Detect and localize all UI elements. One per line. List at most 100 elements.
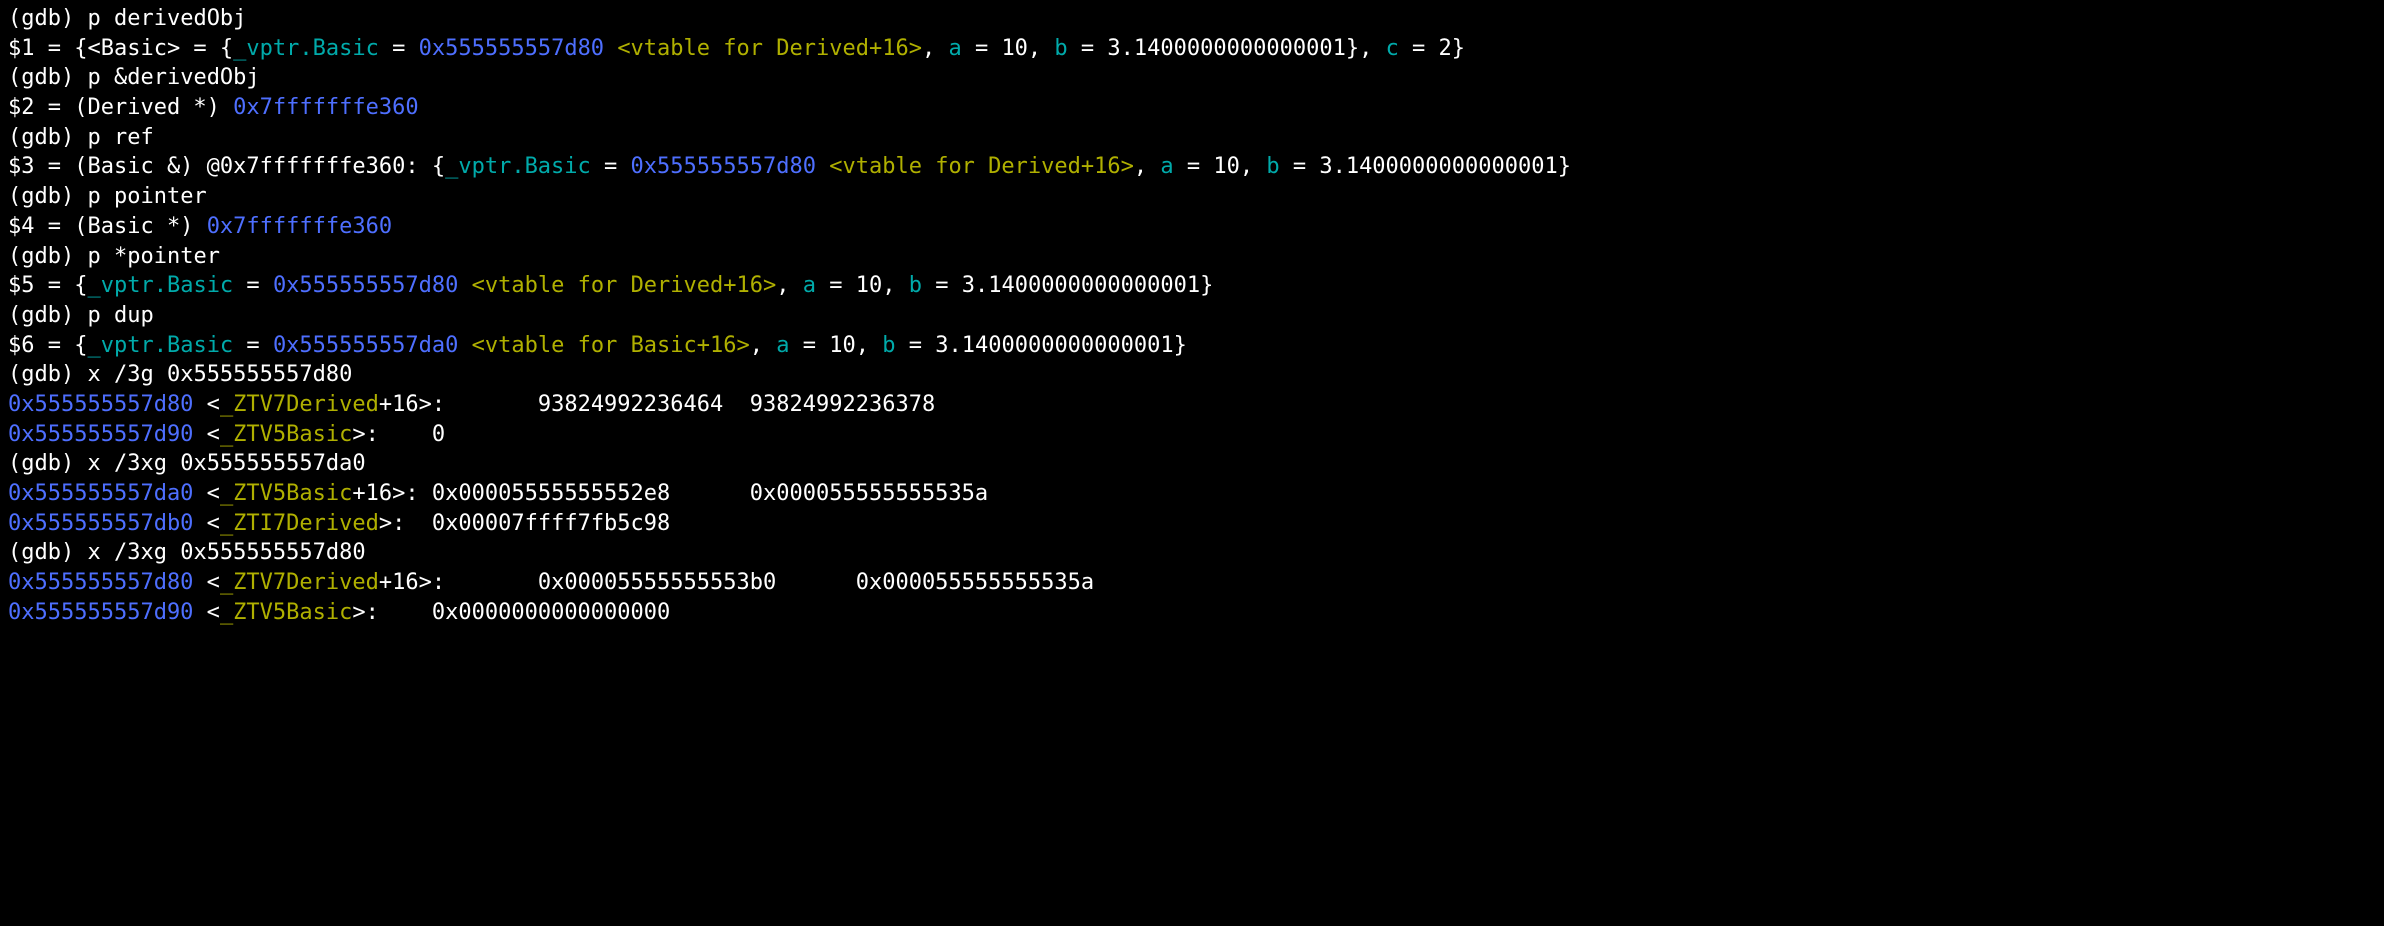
gdb-text-segment: 0x555555557da0 <box>273 333 458 358</box>
gdb-text-segment: 0x555555557d80 <box>419 36 604 61</box>
gdb-text-segment: = <box>233 333 273 358</box>
gdb-text-segment: 0x555555557db0 <box>8 511 193 536</box>
gdb-prompt: (gdb) <box>8 184 87 209</box>
gdb-command-text: x /3xg 0x555555557d80 <box>87 540 365 565</box>
gdb-output-line: 0x555555557d80 <_ZTV7Derived+16>: 0x0000… <box>8 568 2376 598</box>
gdb-text-segment <box>458 273 471 298</box>
gdb-text-segment: 0x555555557d80 <box>8 392 193 417</box>
gdb-text-segment: a <box>776 333 789 358</box>
gdb-prompt: (gdb) <box>8 362 87 387</box>
gdb-text-segment: = <box>379 36 419 61</box>
gdb-output-line: $6 = {_vptr.Basic = 0x555555557da0 <vtab… <box>8 331 2376 361</box>
gdb-text-segment: $5 = { <box>8 273 87 298</box>
gdb-text-segment: _ZTV7Derived <box>220 570 379 595</box>
gdb-text-segment: $1 = {<Basic> = { <box>8 36 233 61</box>
gdb-command-text: p pointer <box>87 184 206 209</box>
gdb-text-segment: >: 0x0000000000000000 <box>352 600 670 625</box>
gdb-text-segment: 0x555555557d90 <box>8 600 193 625</box>
gdb-text-segment: >: 0 <box>352 422 445 447</box>
gdb-text-segment: , <box>750 333 777 358</box>
gdb-command-text: x /3g 0x555555557d80 <box>87 362 352 387</box>
gdb-prompt: (gdb) <box>8 6 87 31</box>
gdb-command-text: p &derivedObj <box>87 65 259 90</box>
gdb-command-line: (gdb) p *pointer <box>8 242 2376 272</box>
gdb-text-segment: _ZTV5Basic <box>220 600 352 625</box>
gdb-command-text: p ref <box>87 125 153 150</box>
gdb-text-segment: +16>: 0x00005555555552e8 0x0000555555555… <box>352 481 988 506</box>
gdb-text-segment: _vptr.Basic <box>87 333 233 358</box>
gdb-text-segment: $6 = { <box>8 333 87 358</box>
gdb-text-segment: = 3.1400000000000001} <box>896 333 1187 358</box>
gdb-text-segment: _vptr.Basic <box>87 273 233 298</box>
gdb-text-segment: 0x555555557da0 <box>8 481 193 506</box>
gdb-command-text: x /3xg 0x555555557da0 <box>87 451 365 476</box>
gdb-output-line: 0x555555557db0 <_ZTI7Derived>: 0x00007ff… <box>8 509 2376 539</box>
gdb-text-segment: < <box>193 511 220 536</box>
gdb-terminal[interactable]: (gdb) p derivedObj$1 = {<Basic> = {_vptr… <box>0 0 2384 631</box>
gdb-text-segment: b <box>1266 154 1279 179</box>
gdb-text-segment: , <box>776 273 803 298</box>
gdb-text-segment: , <box>1134 154 1161 179</box>
gdb-prompt: (gdb) <box>8 540 87 565</box>
gdb-prompt: (gdb) <box>8 244 87 269</box>
gdb-text-segment: <vtable for Basic+16> <box>472 333 750 358</box>
gdb-text-segment: 0x555555557d80 <box>273 273 458 298</box>
gdb-text-segment: = 3.1400000000000001} <box>1280 154 1571 179</box>
gdb-text-segment: $4 = (Basic *) <box>8 214 207 239</box>
gdb-text-segment: _ZTV5Basic <box>220 481 352 506</box>
gdb-prompt: (gdb) <box>8 125 87 150</box>
gdb-output-line: $2 = (Derived *) 0x7fffffffe360 <box>8 93 2376 123</box>
gdb-command-line: (gdb) p ref <box>8 123 2376 153</box>
gdb-text-segment: b <box>882 333 895 358</box>
gdb-command-line: (gdb) p pointer <box>8 182 2376 212</box>
gdb-text-segment: _vptr.Basic <box>233 36 379 61</box>
gdb-output-line: 0x555555557d90 <_ZTV5Basic>: 0x000000000… <box>8 598 2376 628</box>
gdb-text-segment: = 3.1400000000000001} <box>922 273 1213 298</box>
gdb-command-line: (gdb) p derivedObj <box>8 4 2376 34</box>
gdb-text-segment: 0x555555557d90 <box>8 422 193 447</box>
gdb-text-segment: 0x7fffffffe360 <box>207 214 392 239</box>
gdb-text-segment <box>458 333 471 358</box>
gdb-command-line: (gdb) x /3xg 0x555555557da0 <box>8 449 2376 479</box>
gdb-text-segment: = <box>591 154 631 179</box>
gdb-output-line: 0x555555557d80 <_ZTV7Derived+16>: 938249… <box>8 390 2376 420</box>
gdb-command-text: p *pointer <box>87 244 219 269</box>
gdb-output-line: 0x555555557da0 <_ZTV5Basic+16>: 0x000055… <box>8 479 2376 509</box>
gdb-text-segment: < <box>193 392 220 417</box>
gdb-text-segment: 0x555555557d80 <box>8 570 193 595</box>
gdb-text-segment: b <box>1054 36 1067 61</box>
gdb-text-segment: _ZTI7Derived <box>220 511 379 536</box>
gdb-text-segment: <vtable for Derived+16> <box>829 154 1134 179</box>
gdb-text-segment: = 10, <box>962 36 1055 61</box>
gdb-text-segment: 0x7fffffffe360 <box>233 95 418 120</box>
gdb-text-segment: b <box>909 273 922 298</box>
gdb-command-line: (gdb) p &derivedObj <box>8 63 2376 93</box>
gdb-prompt: (gdb) <box>8 65 87 90</box>
gdb-command-text: p derivedObj <box>87 6 246 31</box>
gdb-prompt: (gdb) <box>8 303 87 328</box>
gdb-text-segment: = 10, <box>790 333 883 358</box>
gdb-text-segment: <vtable for Derived+16> <box>617 36 922 61</box>
gdb-text-segment: < <box>193 570 220 595</box>
gdb-text-segment: = 2} <box>1399 36 1465 61</box>
gdb-text-segment: = 10, <box>1174 154 1267 179</box>
gdb-text-segment: , <box>922 36 949 61</box>
gdb-text-segment: _ZTV5Basic <box>220 422 352 447</box>
gdb-command-line: (gdb) x /3g 0x555555557d80 <box>8 360 2376 390</box>
gdb-text-segment: = <box>233 273 273 298</box>
gdb-output-line: $4 = (Basic *) 0x7fffffffe360 <box>8 212 2376 242</box>
gdb-text-segment: <vtable for Derived+16> <box>472 273 777 298</box>
gdb-text-segment: $3 = (Basic &) @0x7fffffffe360: { <box>8 154 445 179</box>
gdb-text-segment: >: 0x00007ffff7fb5c98 <box>379 511 670 536</box>
gdb-command-line: (gdb) x /3xg 0x555555557d80 <box>8 538 2376 568</box>
gdb-text-segment <box>604 36 617 61</box>
gdb-text-segment: _ZTV7Derived <box>220 392 379 417</box>
gdb-text-segment: +16>: 93824992236464 93824992236378 <box>379 392 935 417</box>
gdb-text-segment: a <box>948 36 961 61</box>
gdb-text-segment: a <box>1160 154 1173 179</box>
gdb-command-text: p dup <box>87 303 153 328</box>
gdb-text-segment: < <box>193 422 220 447</box>
gdb-text-segment <box>816 154 829 179</box>
gdb-text-segment: 0x555555557d80 <box>631 154 816 179</box>
gdb-prompt: (gdb) <box>8 451 87 476</box>
